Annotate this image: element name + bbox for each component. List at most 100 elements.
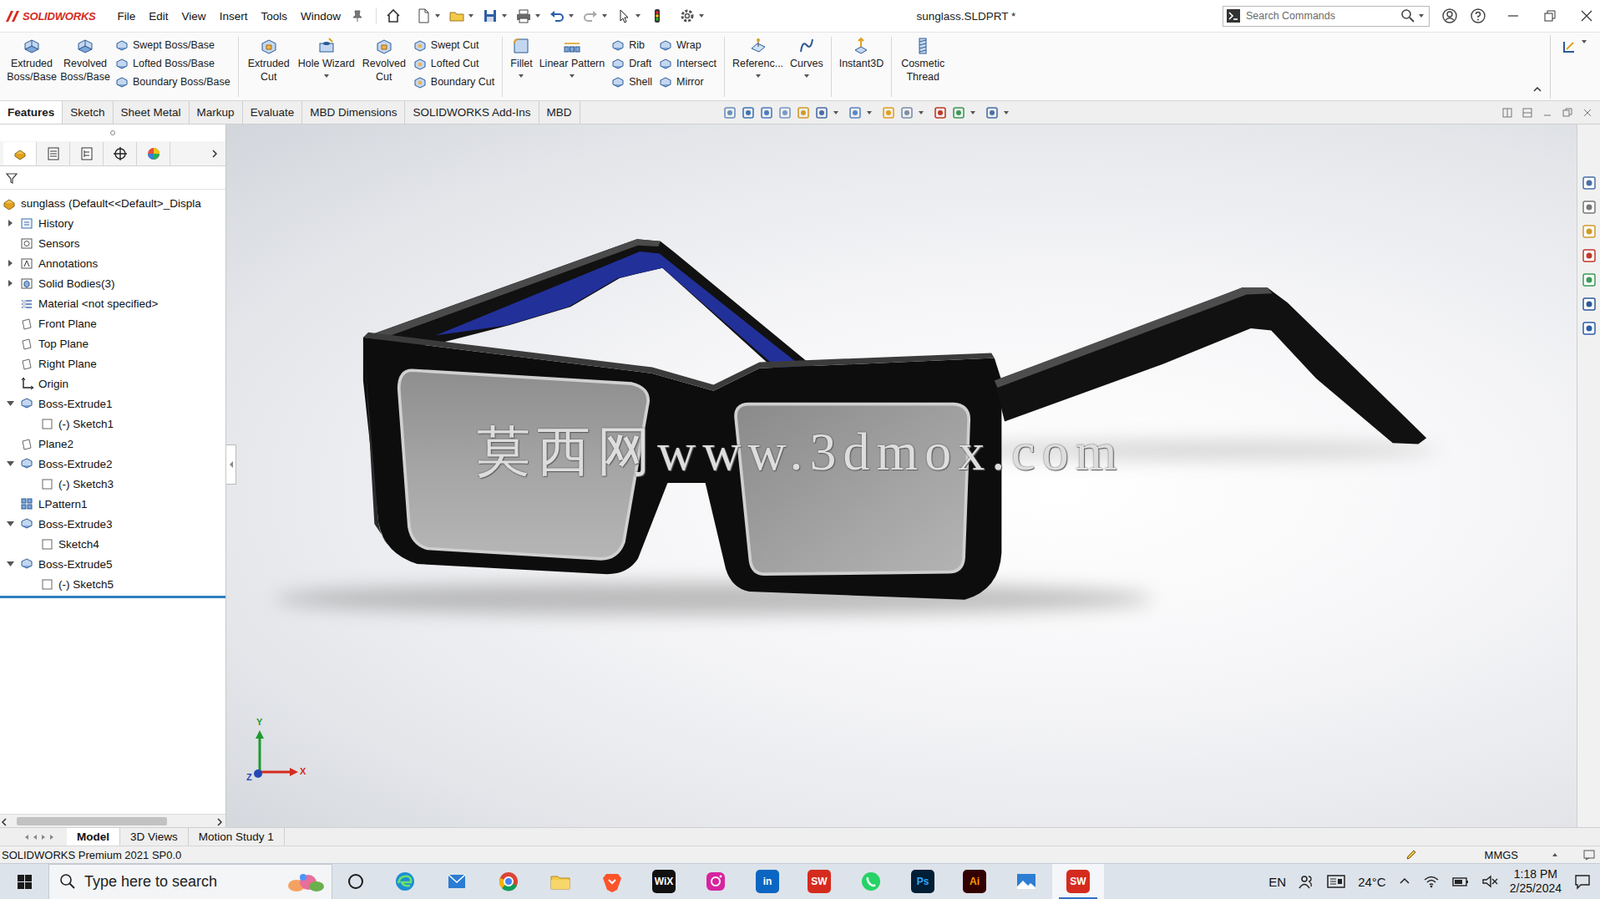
redo-icon[interactable] — [582, 7, 599, 25]
dropdown-caret-icon[interactable] — [434, 12, 441, 20]
tree-item[interactable]: (-) Sketch1 — [0, 413, 226, 434]
panel-splitter[interactable] — [226, 444, 237, 485]
rollback-bar[interactable] — [0, 595, 226, 598]
ribbon-small-button[interactable]: Wrap — [658, 35, 717, 54]
graphics-area[interactable]: 莫西网www.3dmox.comYXZ — [226, 124, 1577, 827]
taskbar-app[interactable] — [534, 863, 587, 899]
unit-system[interactable]: MMGS — [1484, 848, 1519, 861]
task-view-button[interactable] — [332, 871, 380, 891]
units-caret-icon[interactable] — [1551, 850, 1559, 858]
ribbon-button[interactable]: Hole Wizard — [294, 35, 359, 99]
dropdown-caret-icon[interactable] — [568, 72, 576, 80]
notifications-icon[interactable] — [1573, 871, 1592, 891]
select-cursor-icon[interactable] — [615, 7, 633, 25]
file-explorer-icon[interactable] — [1580, 247, 1598, 264]
taskbar-app[interactable]: WiX — [637, 863, 690, 899]
menu-item[interactable]: Insert — [212, 10, 255, 23]
ribbon-button[interactable]: Cosmetic Thread — [896, 35, 950, 99]
ribbon-small-button[interactable]: Mirror — [658, 72, 717, 91]
tree-expander[interactable] — [4, 277, 16, 289]
tree-item[interactable]: Sketch4 — [0, 533, 226, 554]
dropdown-caret-icon[interactable] — [567, 12, 575, 20]
menu-item[interactable]: Window — [293, 10, 348, 23]
save-icon[interactable] — [481, 7, 499, 25]
tree-item[interactable]: History — [0, 212, 226, 233]
view-tool-icon[interactable] — [722, 105, 738, 121]
rebuild-traffic-light-icon[interactable] — [648, 7, 666, 25]
expand-arrow-icon[interactable] — [210, 146, 219, 161]
close-icon[interactable] — [1581, 106, 1594, 119]
close-icon[interactable] — [1578, 7, 1595, 25]
scroll-left-icon[interactable] — [0, 815, 11, 827]
ribbon-small-button[interactable]: Rib — [611, 35, 653, 54]
new-document-icon[interactable] — [415, 7, 432, 25]
community-icon[interactable] — [1580, 319, 1598, 337]
ribbon-small-button[interactable]: Shell — [611, 72, 653, 91]
ribbon-small-button[interactable]: Intersect — [658, 54, 717, 72]
tree-item[interactable]: Plane2 — [0, 433, 226, 454]
tree-item[interactable]: Front Plane — [0, 313, 226, 334]
options-gear-icon[interactable] — [678, 7, 696, 25]
taskbar-app[interactable]: SW — [793, 863, 846, 899]
custom-properties-icon[interactable] — [1580, 295, 1598, 313]
ribbon-button[interactable]: Revolved Boss/Base — [58, 35, 112, 99]
ribbon-button[interactable]: Curves — [786, 35, 827, 99]
appearances-icon[interactable] — [1580, 271, 1598, 289]
horizontal-scrollbar[interactable] — [0, 813, 226, 827]
tree-expander[interactable] — [4, 557, 16, 570]
view-tool-icon[interactable] — [984, 105, 1000, 121]
ribbon-small-button[interactable]: Boundary Cut — [413, 72, 495, 91]
taskbar-search-field[interactable] — [84, 872, 279, 891]
ribbon-small-button[interactable]: Lofted Cut — [413, 54, 495, 72]
dropdown-caret-icon[interactable] — [754, 72, 762, 80]
dropdown-caret-icon[interactable] — [534, 12, 542, 20]
help-bubble-icon[interactable] — [1583, 848, 1595, 861]
dropdown-caret-icon[interactable] — [832, 109, 840, 117]
panel-tab[interactable] — [36, 141, 71, 166]
ribbon-button[interactable]: Instant3D — [835, 35, 888, 99]
view-triad[interactable]: YXZ — [244, 723, 312, 782]
taskbar-app[interactable] — [586, 863, 638, 899]
view-tool-icon[interactable] — [847, 105, 863, 121]
scroll-thumb[interactable] — [16, 816, 168, 826]
tree-item[interactable]: Sensors — [0, 232, 226, 254]
bottom-tab[interactable]: Motion Study 1 — [188, 827, 285, 846]
tile-icon[interactable] — [1521, 106, 1534, 119]
tree-item[interactable]: Boss-Extrude1 — [0, 393, 226, 414]
tree-item[interactable]: Solid Bodies(3) — [0, 273, 226, 294]
view-tool-icon[interactable] — [777, 105, 793, 121]
pin-icon[interactable] — [350, 9, 365, 23]
taskbar-app[interactable] — [482, 863, 535, 899]
restore-icon[interactable] — [1541, 7, 1559, 25]
command-tab[interactable]: Sheet Metal — [113, 101, 190, 124]
tree-expander[interactable] — [4, 217, 16, 229]
view-tool-icon[interactable] — [932, 105, 948, 121]
tree-expander[interactable] — [4, 457, 16, 470]
tree-item[interactable]: Boss-Extrude3 — [0, 513, 226, 534]
dropdown-caret-icon[interactable] — [517, 72, 525, 80]
command-tab[interactable]: MBD — [539, 101, 581, 124]
search-commands-field[interactable] — [1240, 10, 1401, 22]
panel-tab[interactable] — [70, 141, 104, 166]
next-tab-icon[interactable] — [40, 832, 47, 841]
taskbar-app[interactable] — [1000, 863, 1053, 899]
volume-muted-icon[interactable] — [1481, 872, 1499, 890]
ribbon-button[interactable]: Revolved Cut — [358, 35, 411, 99]
tree-expander[interactable] — [4, 517, 16, 530]
view-tool-icon[interactable] — [795, 105, 811, 121]
view-tool-icon[interactable] — [899, 105, 915, 121]
command-tab[interactable]: SOLIDWORKS Add-Ins — [405, 101, 539, 124]
ribbon-small-button[interactable]: Swept Cut — [413, 35, 495, 54]
view-tool-icon[interactable] — [881, 105, 897, 121]
taskbar-app[interactable]: Ps — [896, 863, 949, 899]
tree-item[interactable]: (-) Sketch5 — [0, 573, 226, 594]
tree-item[interactable]: (-) Sketch3 — [0, 473, 226, 494]
filter-funnel-icon[interactable] — [5, 171, 19, 185]
bottom-tab[interactable]: Model — [66, 827, 121, 846]
dropdown-caret-icon[interactable] — [917, 109, 925, 117]
first-tab-icon[interactable] — [23, 832, 31, 841]
taskbar-app[interactable] — [689, 863, 742, 899]
ribbon-small-button[interactable]: Boundary Boss/Base — [115, 72, 231, 91]
taskbar-app[interactable] — [379, 863, 431, 899]
tree-item[interactable]: Material <not specified> — [0, 293, 226, 314]
